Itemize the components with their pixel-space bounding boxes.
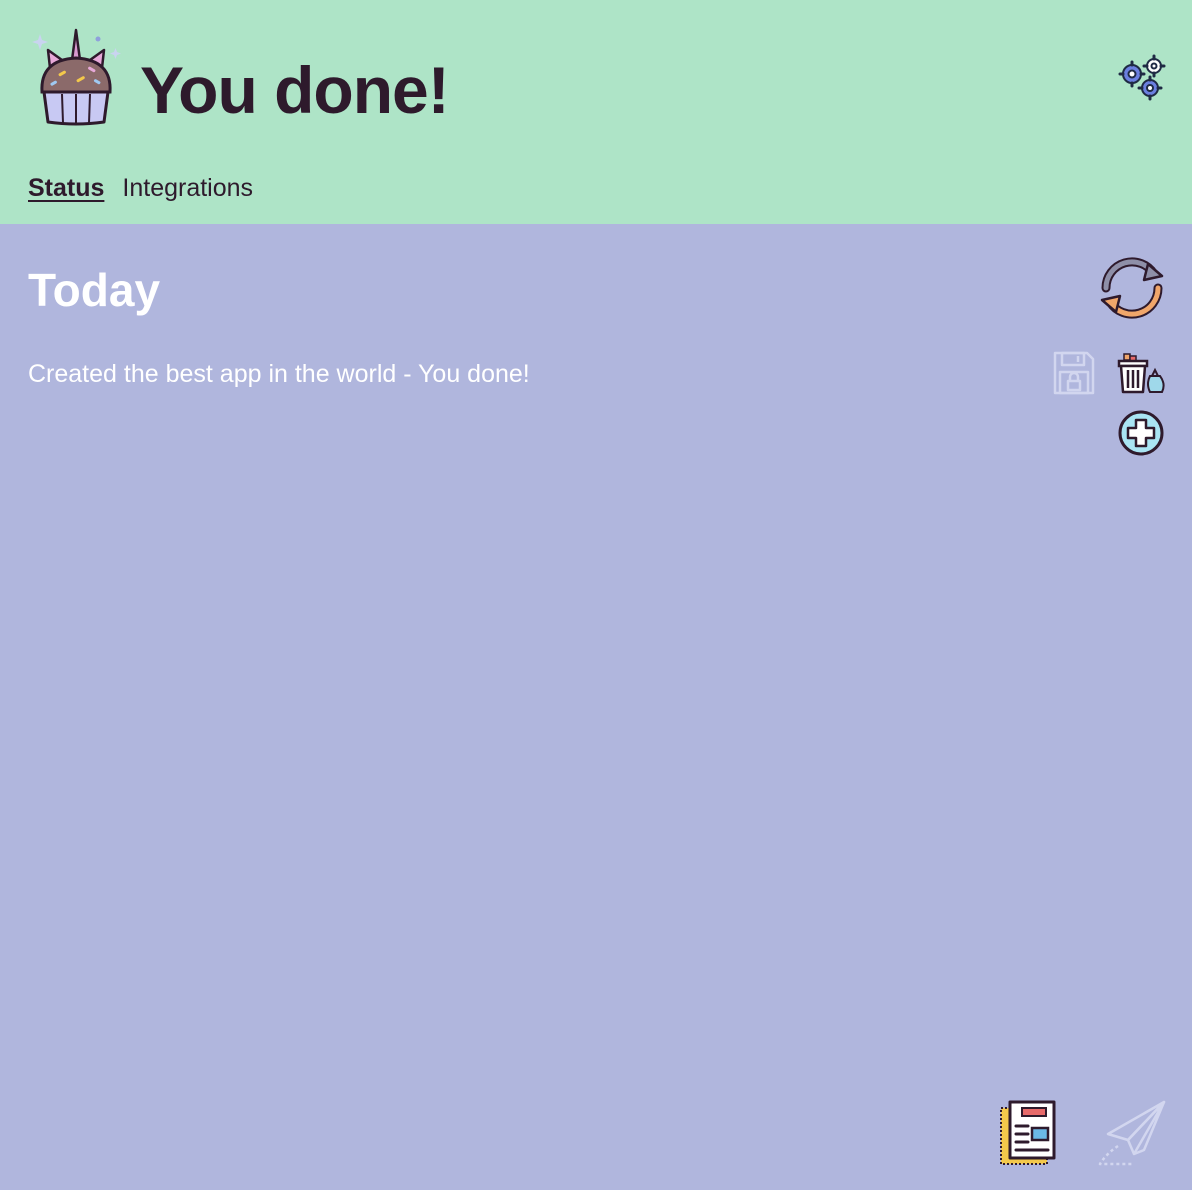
status-entry-text[interactable]: Created the best app in the world - You …: [28, 358, 530, 390]
unicorn-cupcake-icon: [28, 28, 124, 128]
header: You done! Status Integrations: [0, 0, 1192, 224]
tab-status[interactable]: Status: [28, 172, 104, 204]
add-circle-icon[interactable]: [1117, 409, 1165, 457]
send-paper-plane-icon[interactable]: [1096, 1098, 1168, 1168]
gears-icon[interactable]: [1116, 54, 1166, 102]
nav-tabs: Status Integrations: [28, 172, 253, 204]
section-title: Today: [28, 264, 161, 316]
tab-integrations[interactable]: Integrations: [122, 172, 253, 204]
save-disabled-icon[interactable]: [1052, 350, 1096, 396]
trash-icon[interactable]: [1116, 352, 1166, 394]
report-document-icon[interactable]: [998, 1100, 1058, 1168]
app-title: You done!: [140, 53, 450, 127]
refresh-icon[interactable]: [1098, 254, 1166, 322]
